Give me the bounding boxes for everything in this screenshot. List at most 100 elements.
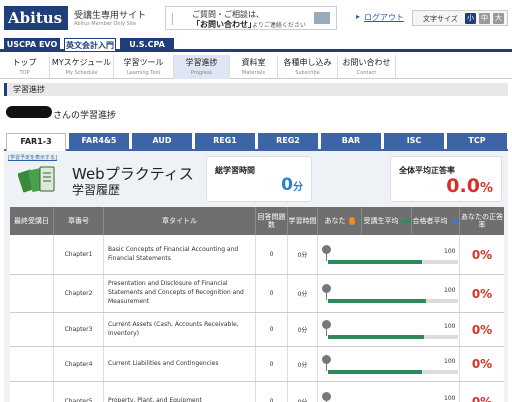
study-time-cell: 0分 — [288, 275, 318, 312]
score-bar-cell: 100 — [318, 347, 460, 381]
chapter-number-cell: Chapter2 — [54, 275, 104, 312]
table-row[interactable]: Chapter4 Current Liabilities and Continge… — [10, 347, 504, 382]
nav-contact[interactable]: お問い合わせ Contact — [338, 55, 396, 79]
course-tab-uscpa-evo[interactable]: USCPA EVO — [4, 38, 60, 52]
subject-tabs: FAR1-3 FAR4&5 AUD REG1 REG2 BAR ISC TCP — [4, 133, 508, 151]
you-marker-stem — [326, 292, 327, 300]
nav-top[interactable]: トップ TOP — [0, 55, 50, 79]
scale-max-label: 100 — [444, 358, 456, 365]
contact-banner[interactable]: ご質問・ご相談は、 「お問い合わせ」 よりご連絡ください — [165, 6, 337, 30]
chapter-number-cell: Chapter5 — [54, 382, 104, 402]
nav-contact-sub: Contact — [356, 70, 377, 76]
font-size-large-button[interactable]: 大 — [493, 13, 504, 24]
nav-progress-sub: Progress — [190, 70, 213, 76]
books-icon — [18, 166, 55, 193]
study-time-cell: 0分 — [288, 235, 318, 274]
score-bar: 100 — [322, 320, 458, 342]
answered-count-cell: 0 — [256, 382, 288, 402]
abitus-logo[interactable]: Abitus — [4, 6, 68, 30]
contact-line2: 「お問い合わせ」 — [192, 20, 256, 29]
answered-count-cell: 0 — [256, 347, 288, 381]
col-passer-avg-label: 合格者平均 — [412, 216, 448, 225]
scale-max-label: 100 — [444, 248, 456, 255]
nav-materials[interactable]: 資料室 Materials — [230, 55, 278, 79]
subject-tab-bar[interactable]: BAR — [321, 133, 381, 149]
course-tab-intro[interactable]: 英文会計入門 — [64, 38, 116, 52]
score-bar: 100 — [322, 392, 458, 402]
student-avg-bar — [328, 260, 422, 264]
your-rate-cell: 0% — [471, 322, 493, 337]
study-time-cell: 0分 — [288, 313, 318, 346]
section-title: 学習進捗 — [13, 85, 45, 94]
col-chapter-no: 章番号 — [54, 207, 104, 235]
font-size-small-button[interactable]: 小 — [465, 13, 476, 24]
chapter-title-cell: Basic Concepts of Financial Accounting a… — [104, 235, 256, 274]
table-row[interactable]: Chapter5Property, Plant, and Equipment00… — [10, 382, 504, 402]
col-study-time: 学習時間 — [288, 207, 318, 235]
nav-tools-label: 学習ツール — [123, 58, 164, 67]
nav-top-sub: TOP — [19, 70, 30, 76]
nav-materials-label: 資料室 — [241, 58, 266, 67]
nav-subscribe-label: 各種申し込み — [283, 58, 332, 67]
score-bar-cell: 100 — [318, 235, 460, 274]
site-header: Abitus 受講生専用サイト Abitus Member Only Site … — [0, 0, 512, 36]
table-row[interactable]: Chapter1 Basic Concepts of Financial Acco… — [10, 235, 504, 275]
nav-schedule[interactable]: MYスケジュール My Schedule — [50, 55, 114, 79]
study-time-label: 総学習時間 — [215, 166, 255, 175]
you-marker-stem — [326, 328, 327, 336]
subject-tab-aud[interactable]: AUD — [132, 133, 192, 149]
progress-table-header: 最終受講日 章番号 章タイトル 回答問題数 学習時間 あなた 受講生平均 合格者… — [10, 207, 504, 235]
study-time-cell: 0分 — [288, 382, 318, 402]
chapter-title-cell: Current Liabilities and Contingencies — [104, 347, 256, 381]
col-last-date: 最終受講日 — [10, 207, 54, 235]
student-avg-legend-icon — [401, 219, 410, 223]
subject-tab-isc[interactable]: ISC — [384, 133, 444, 149]
last-date-cell — [10, 382, 54, 402]
your-rate-cell: 0% — [471, 394, 493, 402]
nav-subscribe[interactable]: 各種申し込み Subscribe — [278, 55, 338, 79]
score-bar-cell: 100 — [318, 275, 460, 312]
last-date-cell — [10, 275, 54, 312]
course-tab-uscpa[interactable]: U.S.CPA — [120, 38, 174, 52]
last-date-cell — [10, 313, 54, 346]
chapter-title-cell: Current Assets (Cash, Accounts Receivabl… — [104, 313, 256, 346]
last-date-cell — [10, 347, 54, 381]
your-rate-cell: 0% — [471, 247, 493, 262]
logout-link[interactable]: ログアウト — [364, 12, 404, 23]
subject-tab-reg2[interactable]: REG2 — [258, 133, 318, 149]
show-schedule-link[interactable]: [学習予定を表示する] — [8, 154, 57, 161]
mail-icon — [314, 12, 330, 24]
nav-tools[interactable]: 学習ツール Learning Tool — [114, 55, 174, 79]
col-chapter-title: 章タイトル — [104, 207, 256, 235]
subject-tab-tcp[interactable]: TCP — [447, 133, 507, 149]
table-row[interactable]: Chapter2 Presentation and Disclosure of F… — [10, 275, 504, 313]
subject-tab-far1-3[interactable]: FAR1-3 — [6, 133, 66, 151]
subject-tab-far4-5[interactable]: FAR4&5 — [69, 133, 129, 149]
chapter-number-cell: Chapter1 — [54, 235, 104, 274]
subject-tab-reg1[interactable]: REG1 — [195, 133, 255, 149]
col-your-rate: あなたの正答率 — [461, 212, 503, 229]
course-subtitle: 学習履歴 — [72, 183, 121, 197]
scale-max-label: 100 — [444, 395, 456, 402]
chapter-title-cell: Property, Plant, and Equipment — [104, 382, 256, 402]
font-size-medium-button[interactable]: 中 — [479, 13, 490, 24]
last-date-cell — [10, 235, 54, 274]
redacted-username — [6, 106, 52, 118]
you-marker-stem — [326, 253, 327, 261]
nav-progress[interactable]: 学習進捗 Progress — [174, 55, 230, 79]
study-time-value: 0分 — [281, 175, 303, 195]
avg-correct-card: 全体平均正答率 0.0% — [390, 156, 502, 202]
study-time-cell: 0分 — [288, 347, 318, 381]
student-avg-bar — [328, 370, 422, 374]
user-progress-heading: さんの学習進捗 — [53, 111, 117, 121]
study-time-card: 総学習時間 0分 — [206, 156, 312, 202]
contact-line3: よりご連絡ください — [252, 22, 306, 29]
nav-materials-sub: Materials — [242, 70, 265, 76]
font-size-control: 文字サイズ 小 中 大 — [412, 10, 508, 26]
avg-correct-value: 0.0% — [446, 175, 493, 197]
table-row[interactable]: Chapter3 Current Assets (Cash, Accounts R… — [10, 313, 504, 347]
nav-progress-label: 学習進捗 — [185, 58, 218, 67]
site-title: 受講生専用サイト — [74, 11, 147, 21]
answered-count-cell: 0 — [256, 235, 288, 274]
nav-schedule-sub: My Schedule — [65, 70, 98, 76]
